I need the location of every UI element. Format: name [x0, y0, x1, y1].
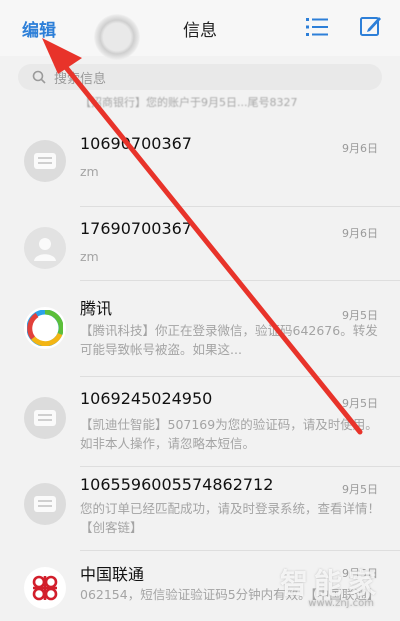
search-placeholder: 搜索信息 [54, 71, 107, 87]
sender-name: 1065596005574862712 [80, 475, 274, 494]
sender-name: 17690700367 [80, 219, 192, 238]
message-bubble-icon [34, 410, 56, 426]
conversation-item[interactable]: 10690700367 9月6日 zm [0, 110, 400, 210]
message-bubble-icon [34, 496, 56, 512]
sender-name: 腾讯 [80, 299, 113, 318]
contact-avatar [24, 227, 66, 269]
message-date: 9月6日 [342, 227, 378, 240]
compose-icon[interactable] [359, 14, 383, 38]
message-preview: zm [80, 164, 99, 179]
conversation-item[interactable]: 1065596005574862712 9月5日 您的订单已经匹配成功，请及时登… [0, 467, 400, 549]
floating-assist-button[interactable] [94, 14, 140, 60]
message-avatar [24, 397, 66, 439]
person-icon [34, 238, 56, 261]
top-bar: 编辑 信息 [0, 0, 400, 60]
tencent-avatar [24, 307, 66, 349]
message-bubble-icon [34, 153, 56, 169]
edit-button[interactable]: 编辑 [22, 16, 56, 41]
message-date: 9月5日 [342, 483, 378, 496]
watermark: 智能家 www.znj.com [280, 562, 382, 609]
message-date: 9月5日 [342, 397, 378, 410]
page-title: 信息 [183, 20, 217, 41]
message-avatar [24, 140, 66, 182]
watermark-logo-text: 智能家 [279, 567, 382, 600]
message-preview: zm [80, 249, 99, 264]
message-date: 9月6日 [342, 142, 378, 155]
list-menu-icon[interactable] [306, 17, 328, 37]
sender-name: 10690700367 [80, 134, 192, 153]
message-preview: 【腾讯科技】你正在登录微信，验证码642676。转发可能导致帐号被盗。如果这..… [80, 323, 378, 357]
tencent-logo-icon [27, 310, 63, 346]
search-icon [32, 70, 46, 84]
message-preview: 您的订单已经匹配成功，请及时登录系统，查看详情！【创客链】 [80, 501, 380, 535]
conversation-item[interactable]: 1069245024950 9月5日 【凯迪仕智能】507169为您的验证码，请… [0, 377, 400, 463]
partial-message-preview: 【招商银行】您的账户于9月5日...尾号8327 [80, 96, 298, 108]
sender-name: 中国联通 [80, 565, 145, 584]
china-unicom-logo-icon [32, 575, 58, 601]
china-unicom-avatar [24, 567, 66, 609]
search-bar[interactable]: 搜索信息 [18, 64, 382, 90]
conversation-item[interactable]: 17690700367 9月6日 zm [0, 207, 400, 279]
sender-name: 1069245024950 [80, 389, 213, 408]
message-preview: 【凯迪仕智能】507169为您的验证码，请及时使用。如非本人操作，请忽略本短信。 [80, 417, 378, 451]
conversation-item[interactable]: 腾讯 9月5日 【腾讯科技】你正在登录微信，验证码642676。转发可能导致帐号… [0, 281, 400, 367]
message-avatar [24, 483, 66, 525]
